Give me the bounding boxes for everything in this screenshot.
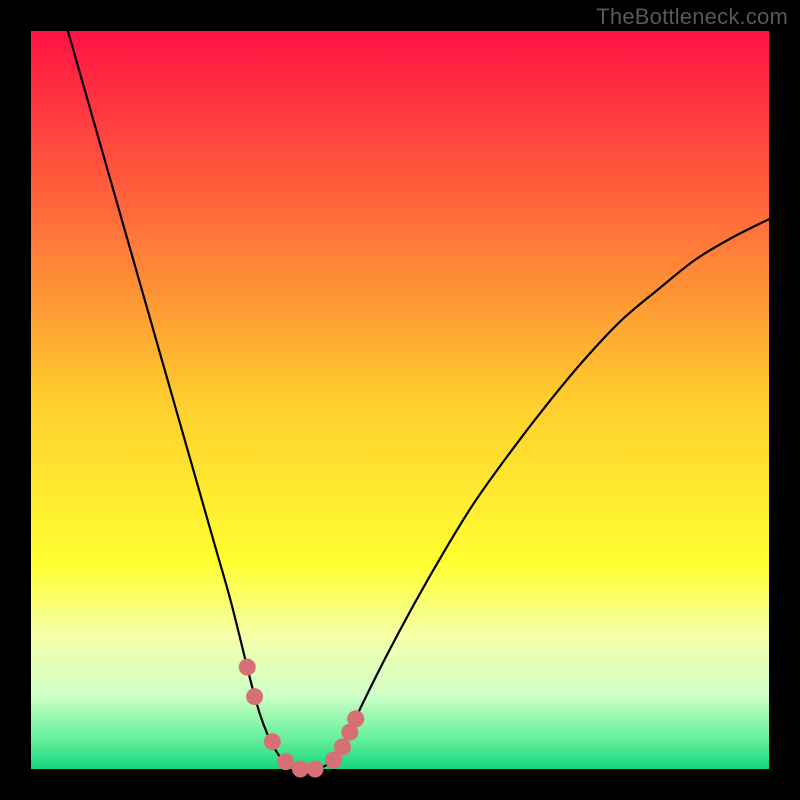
highlight-dot xyxy=(292,761,309,778)
highlight-dot xyxy=(347,710,364,727)
bottleneck-chart xyxy=(0,0,800,800)
highlight-dot xyxy=(307,761,324,778)
highlight-dot xyxy=(277,753,294,770)
chart-frame: TheBottleneck.com xyxy=(0,0,800,800)
highlight-dot xyxy=(264,733,281,750)
highlight-dot xyxy=(334,738,351,755)
highlight-dot xyxy=(239,659,256,676)
plot-background xyxy=(31,31,769,769)
watermark-text: TheBottleneck.com xyxy=(596,4,788,30)
highlight-dot xyxy=(246,688,263,705)
